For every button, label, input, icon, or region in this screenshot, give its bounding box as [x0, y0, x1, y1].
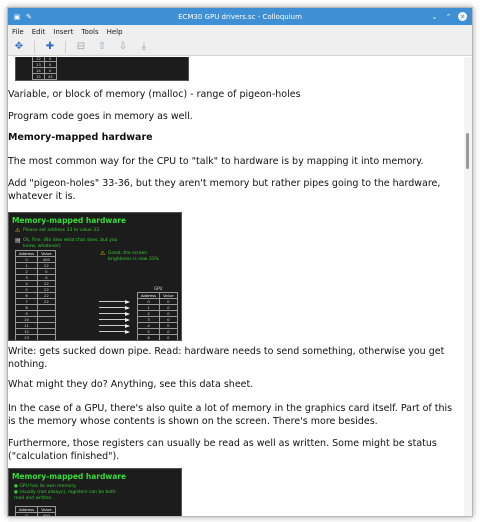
- pin-icon[interactable]: ✎: [25, 13, 33, 21]
- pipe-arrow: [99, 329, 130, 335]
- title-bar[interactable]: ▣ ✎ ECM30 GPU drivers.sc - Colloquium ⌄ …: [8, 8, 472, 25]
- window-title: ECM30 GPU drivers.sc - Colloquium: [178, 12, 302, 21]
- menu-help[interactable]: Help: [107, 28, 123, 36]
- pipe-arrow: [99, 305, 130, 311]
- paragraph: Program code goes in memory as well.: [8, 111, 193, 122]
- chip-icon: ▤: [15, 237, 21, 244]
- memory-table: Address Value 0 400 1 22 20 30 4 22 5 22 6 22 …: [14, 250, 56, 340]
- slide-bullet: ● Usually (not always), registers can be…: [14, 490, 116, 501]
- move-down-icon[interactable]: ⇩: [117, 41, 129, 52]
- menu-file[interactable]: File: [12, 28, 24, 36]
- paragraph: The most common way for the CPU to "talk…: [8, 156, 424, 167]
- memory-table: AddressValue 0400 122: [14, 506, 56, 516]
- slide-thumbnail-top[interactable]: 12 0 13 0 14 0 15 43: [15, 57, 189, 81]
- slide-note: Great, the screen brightness is now 33%: [108, 251, 159, 262]
- slide-bullet: ● GPU has its own memory.: [14, 484, 77, 489]
- menu-tools[interactable]: Tools: [81, 28, 98, 36]
- move-bottom-icon[interactable]: ⤓: [138, 41, 150, 52]
- pipe-arrow: [99, 323, 130, 329]
- pipe-arrow: [99, 311, 130, 317]
- gpu-label: GPU: [154, 286, 163, 291]
- menu-edit[interactable]: Edit: [32, 28, 46, 36]
- gpu-table: AddressValue 00 10 20 30 40 50 60 70: [136, 292, 178, 340]
- minimize-icon[interactable]: ⌄: [430, 12, 439, 21]
- pipe-arrow: [99, 317, 130, 323]
- slide-note: Ok, fine. (No idea what that does, but y…: [23, 238, 118, 249]
- add-slide-icon[interactable]: ✚: [44, 41, 56, 52]
- paragraph: Variable, or block of memory (malloc) - …: [8, 89, 301, 100]
- toolbar: ✥ ✚ ⊟ ⇧ ⇩ ⤓: [8, 38, 472, 56]
- memory-table: 12 0 13 0 14 0 15 43: [32, 57, 57, 80]
- pipe-arrow: [99, 299, 130, 305]
- menu-insert[interactable]: Insert: [53, 28, 73, 36]
- menu-bar: File Edit Insert Tools Help: [8, 25, 472, 38]
- app-window: ▣ ✎ ECM30 GPU drivers.sc - Colloquium ⌄ …: [7, 7, 473, 517]
- slide-note: Please set address 33 to value 33.: [23, 228, 101, 233]
- scrollbar-thumb[interactable]: [466, 133, 469, 169]
- vertical-scrollbar[interactable]: [464, 57, 472, 516]
- slide-thumbnail[interactable]: Memory-mapped hardware ⚠ Please set addr…: [8, 212, 182, 341]
- paragraph: In the case of a GPU, there's also quite…: [8, 403, 453, 427]
- paragraph: What might they do? Anything, see this d…: [8, 379, 254, 390]
- paragraph: Furthermore, those registers can usually…: [8, 438, 437, 462]
- paragraph: Add "pigeon-holes" 33-36, but they aren'…: [8, 178, 441, 202]
- close-icon[interactable]: ✕: [458, 12, 467, 21]
- toolbar-separator: [34, 40, 35, 53]
- heading: Memory-mapped hardware: [8, 132, 153, 143]
- slide-thumbnail[interactable]: Memory-mapped hardware ● GPU has its own…: [8, 468, 182, 516]
- app-icon: ▣: [13, 12, 21, 21]
- document-area[interactable]: 12 0 13 0 14 0 15 43 Variable, or block of m…: [8, 57, 464, 516]
- maximize-icon[interactable]: ⌃: [444, 12, 453, 21]
- arrow-move-icon[interactable]: ✥: [13, 41, 25, 52]
- slide-title: Memory-mapped hardware: [12, 216, 127, 225]
- slide-title: Memory-mapped hardware: [12, 472, 127, 481]
- delete-icon[interactable]: ⊟: [75, 41, 87, 52]
- warning-icon: ⚠: [15, 227, 21, 234]
- move-up-icon[interactable]: ⇧: [96, 41, 108, 52]
- warning-icon: ⚠: [100, 250, 106, 257]
- toolbar-separator: [65, 40, 66, 53]
- paragraph: Write: gets sucked down pipe. Read: hard…: [8, 346, 445, 370]
